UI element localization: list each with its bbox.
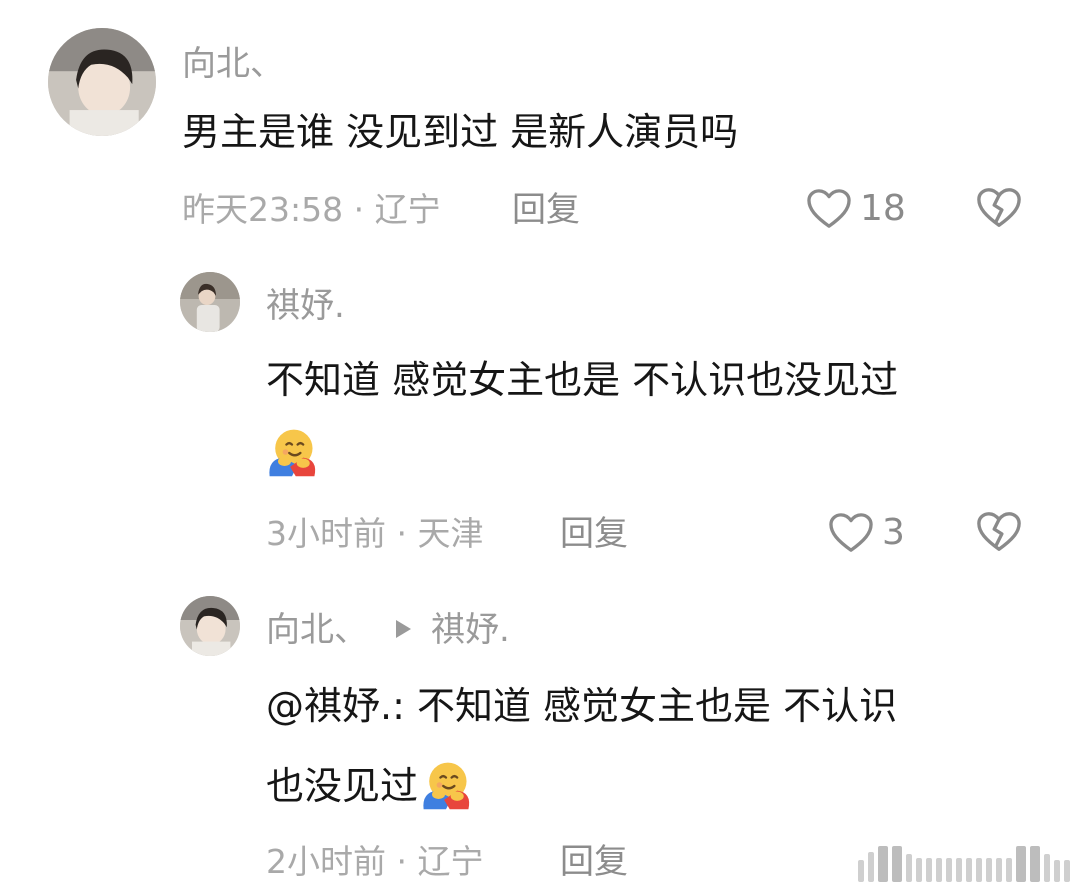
reply-button[interactable]: 回复 xyxy=(560,842,628,882)
reply-header: 向北、 祺妤. xyxy=(266,610,510,650)
like-button[interactable]: 18 xyxy=(806,188,906,230)
comment-text-continued: 也没见过 xyxy=(266,764,419,808)
comment-time-location: 昨天23:58 · 辽宁 xyxy=(182,190,441,229)
comment-text: 男主是谁 没见到过 是新人演员吗 xyxy=(182,110,739,154)
reply-button[interactable]: 回复 xyxy=(560,514,628,554)
username[interactable]: 祺妤. xyxy=(266,286,345,326)
dislike-button[interactable] xyxy=(976,510,1022,554)
hugging-face-emoji xyxy=(264,424,320,480)
triangle-right-icon xyxy=(396,619,411,638)
watermark-logo xyxy=(858,846,1070,882)
avatar[interactable] xyxy=(180,596,240,656)
comment-time-location: 2小时前 · 辽宁 xyxy=(266,842,484,881)
hugging-face-emoji xyxy=(418,757,474,813)
comment-time-location: 3小时前 · 天津 xyxy=(266,514,484,553)
avatar[interactable] xyxy=(180,272,240,332)
heart-outline-icon xyxy=(828,512,874,554)
dislike-button[interactable] xyxy=(976,186,1022,230)
username[interactable]: 向北、 xyxy=(266,610,368,650)
like-count: 3 xyxy=(882,512,905,553)
heart-outline-icon xyxy=(806,188,852,230)
comment-text: 不知道 感觉女主也是 不认识也没见过 xyxy=(266,358,899,402)
like-button[interactable]: 3 xyxy=(828,512,905,554)
avatar[interactable] xyxy=(48,28,156,136)
reply-to-username[interactable]: 祺妤. xyxy=(431,610,510,650)
broken-heart-icon xyxy=(977,512,1021,551)
like-count: 18 xyxy=(860,188,906,229)
emoji-row xyxy=(264,424,320,480)
comment-text: @祺妤.: 不知道 感觉女主也是 不认识 xyxy=(266,684,898,728)
comment-text-line2: 也没见过 xyxy=(266,756,474,817)
reply-button[interactable]: 回复 xyxy=(512,190,580,230)
username[interactable]: 向北、 xyxy=(182,44,284,84)
broken-heart-icon xyxy=(977,188,1021,227)
